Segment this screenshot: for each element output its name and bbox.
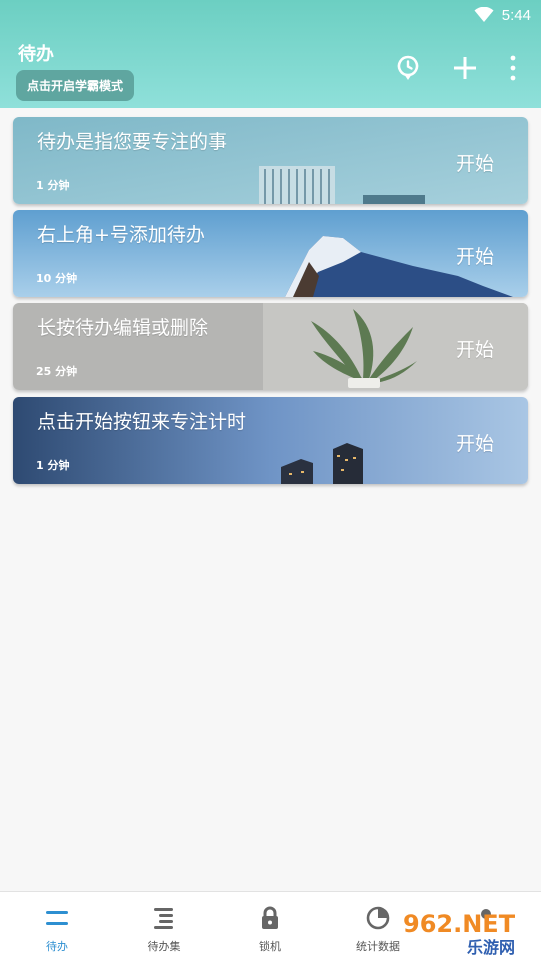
- task-duration: 25 分钟: [36, 365, 78, 378]
- nav-item-lock[interactable]: 锁机: [216, 892, 324, 962]
- lock-icon: [262, 906, 278, 929]
- clock-icon[interactable]: [394, 54, 422, 82]
- todo-list-icon: [46, 911, 68, 925]
- svg-text:乐游网: 乐游网: [467, 938, 515, 956]
- task-card[interactable]: 点击开始按钮来专注计时 1 分钟 开始: [13, 397, 528, 484]
- more-menu-icon[interactable]: [499, 54, 527, 82]
- nav-item-todo-set[interactable]: 待办集: [110, 892, 218, 962]
- task-title: 右上角+号添加待办: [37, 224, 205, 246]
- task-card[interactable]: 待办是指您要专注的事 1 分钟 开始: [13, 117, 528, 204]
- app-header: 5:44 待办 点击开启学霸模式: [0, 0, 541, 108]
- todo-set-icon: [154, 908, 173, 929]
- task-duration: 1 分钟: [36, 179, 70, 192]
- task-title: 点击开始按钮来专注计时: [37, 411, 247, 433]
- task-card[interactable]: 长按待办编辑或删除 25 分钟 开始: [13, 303, 528, 390]
- add-icon[interactable]: [451, 54, 479, 82]
- svg-text:962.NET: 962.NET: [403, 910, 516, 938]
- start-button[interactable]: 开始: [456, 149, 494, 176]
- status-time: 5:44: [501, 6, 531, 24]
- start-button[interactable]: 开始: [456, 242, 494, 269]
- task-title: 长按待办编辑或删除: [37, 317, 209, 339]
- page-title: 待办: [18, 44, 54, 65]
- nav-item-todo[interactable]: 待办: [3, 892, 111, 962]
- nav-label: 待办集: [147, 940, 181, 953]
- start-button[interactable]: 开始: [456, 429, 494, 456]
- nav-label: 待办: [46, 940, 68, 953]
- pie-chart-icon: [366, 906, 390, 930]
- site-watermark-logo: 962.NET 乐游网: [403, 910, 516, 956]
- nav-label: 锁机: [259, 940, 281, 953]
- task-duration: 1 分钟: [36, 459, 70, 472]
- wifi-icon: [474, 7, 494, 22]
- study-mode-button[interactable]: 点击开启学霸模式: [16, 70, 135, 101]
- task-title: 待办是指您要专注的事: [37, 131, 228, 153]
- start-button[interactable]: 开始: [456, 335, 494, 362]
- task-duration: 10 分钟: [36, 272, 78, 285]
- status-bar: 5:44: [474, 4, 531, 26]
- task-card[interactable]: 右上角+号添加待办 10 分钟 开始: [13, 210, 528, 297]
